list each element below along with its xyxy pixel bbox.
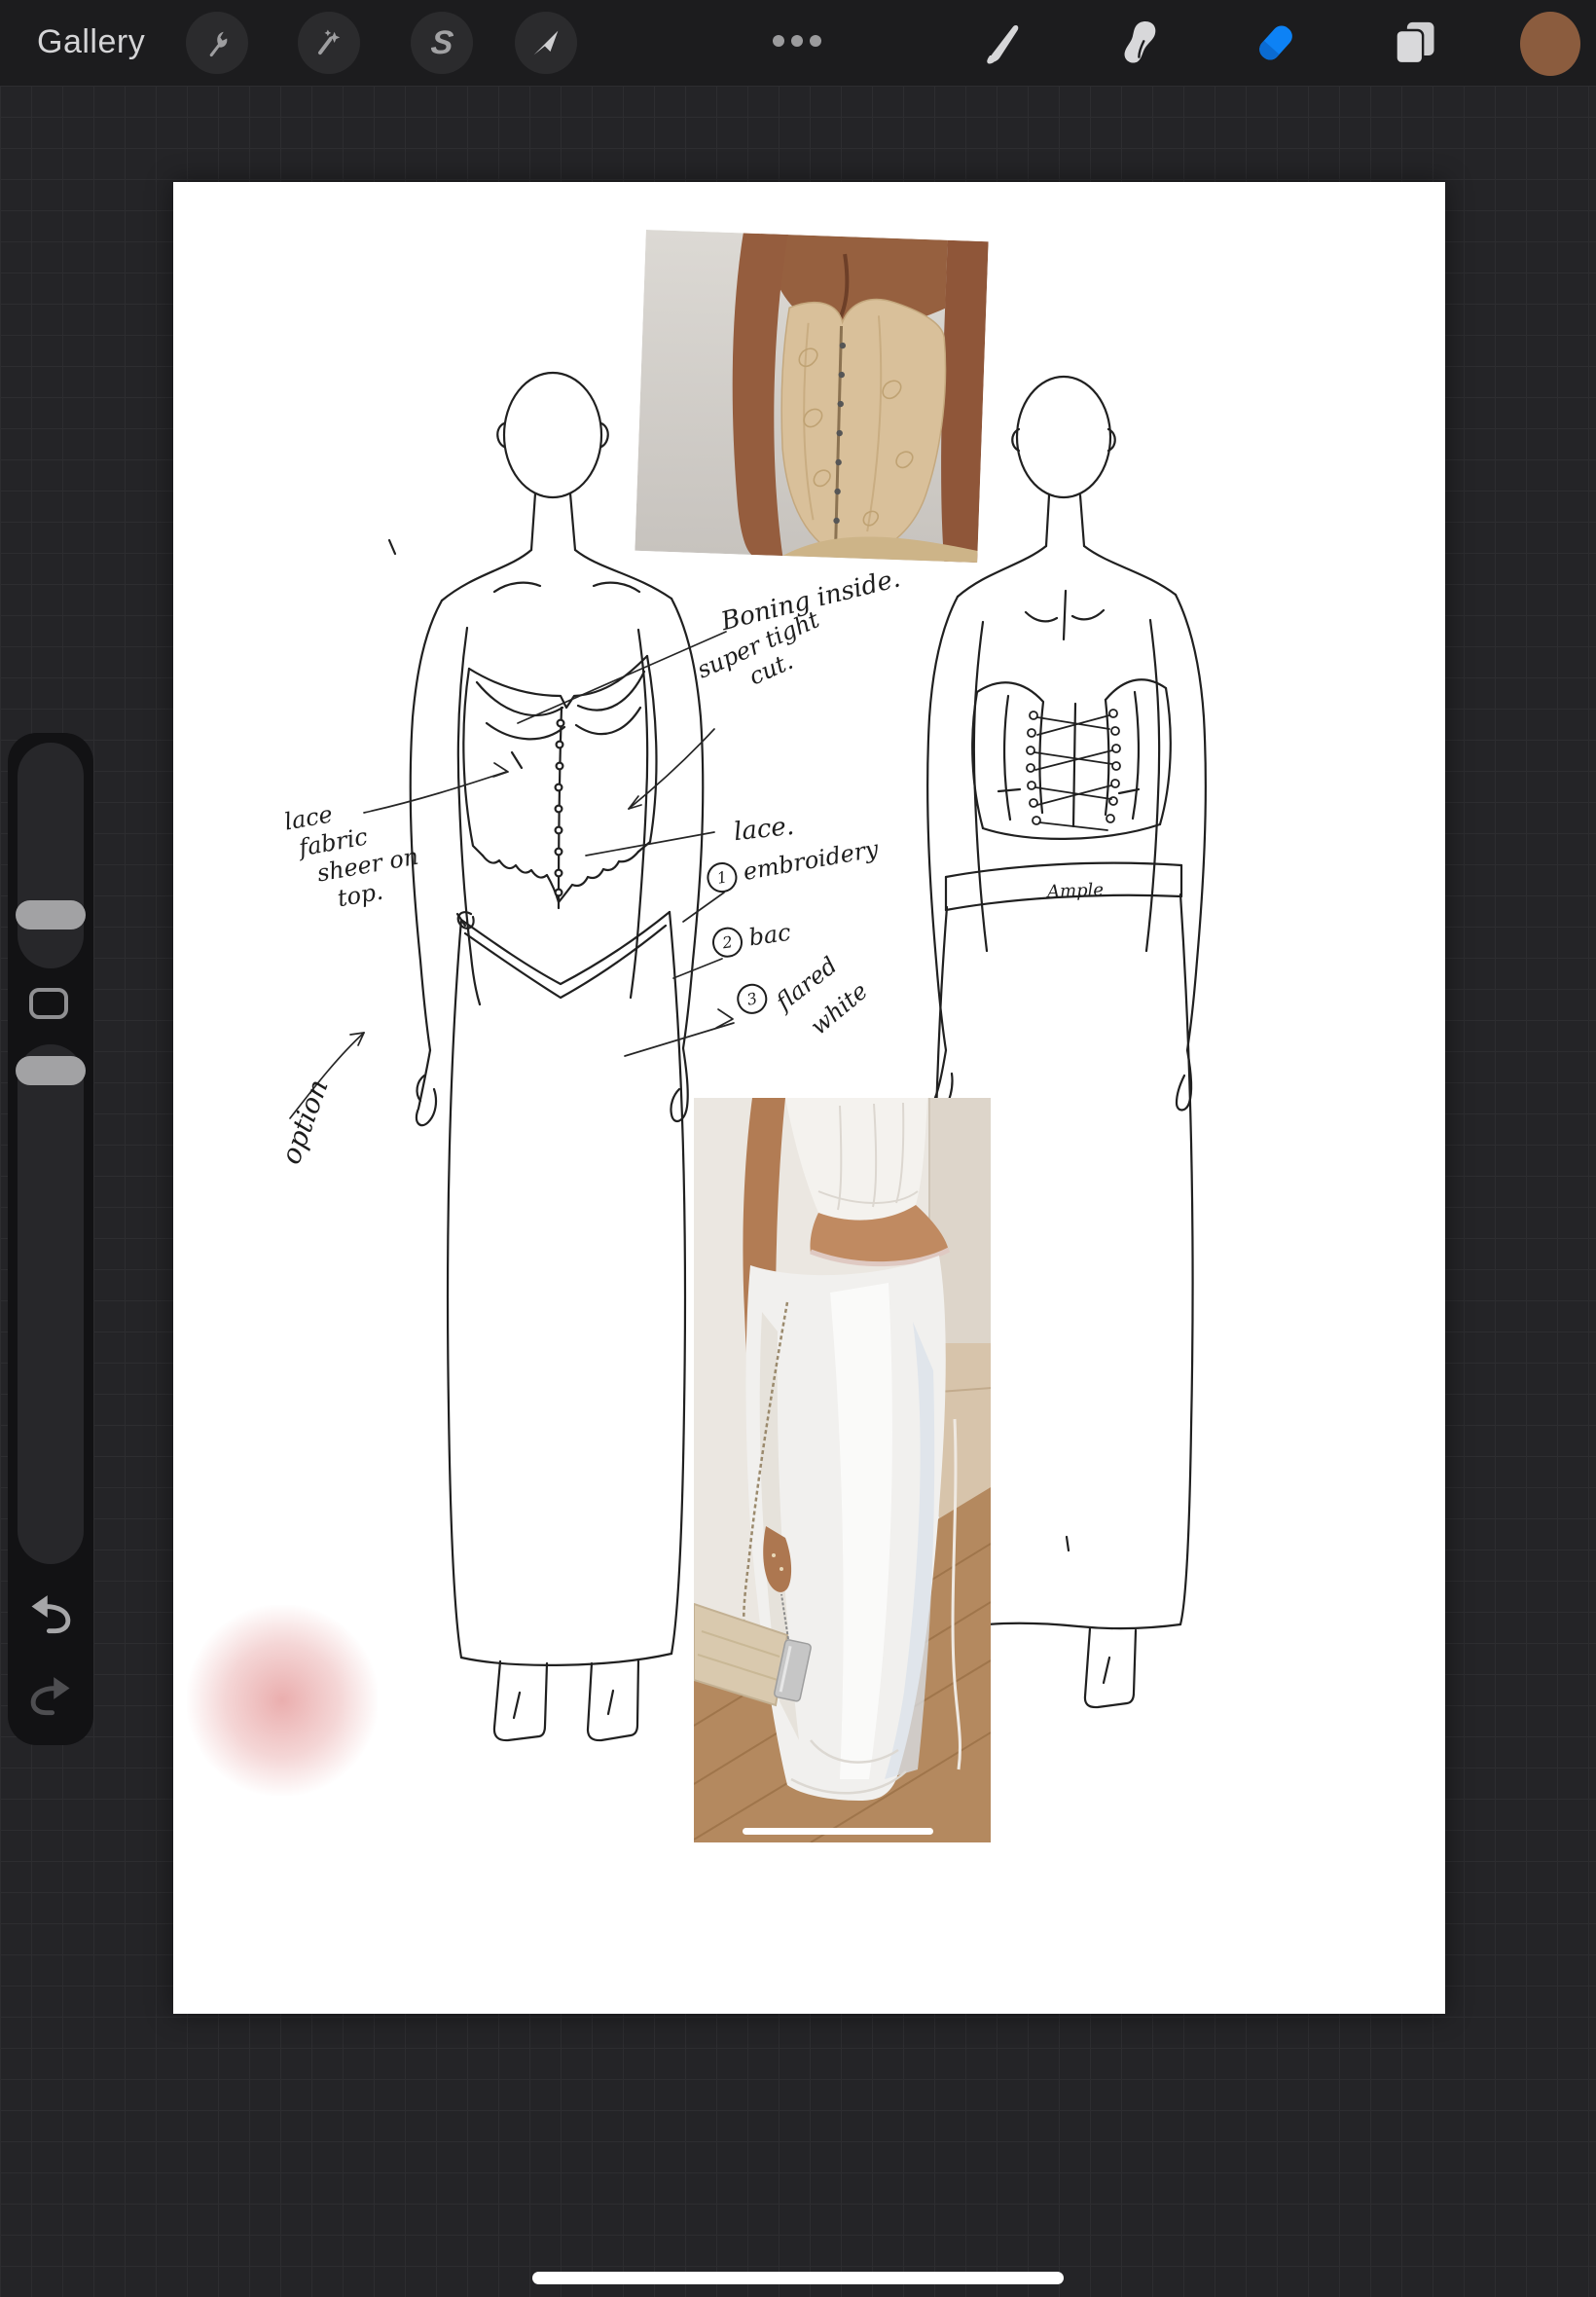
brush-sidebar [8,733,93,1745]
transform-button[interactable] [515,12,577,74]
wrench-icon [200,25,235,60]
paint-tool-button[interactable] [974,14,1033,72]
selection-s-icon: S [429,26,454,59]
redo-button[interactable] [25,1669,76,1720]
layers-icon [1390,18,1440,68]
adjustments-button[interactable] [298,12,360,74]
eraser-icon [1251,18,1301,68]
selection-button[interactable]: S [411,12,473,74]
annotation-ample-waistband: Ample [1047,880,1105,902]
red-paint-smudge [187,1605,378,1796]
front-figure-sketch [389,373,703,1740]
modify-button[interactable] [29,988,68,1019]
gallery-button[interactable]: Gallery [37,23,145,61]
smudge-finger-icon [1115,18,1166,68]
skirt-reference-photo [694,1098,991,1842]
paint-brush-icon [978,18,1029,68]
circled-number-2: 2 [710,926,744,960]
more-options-icon[interactable] [773,35,821,47]
eraser-tool-button[interactable] [1247,14,1305,72]
corset-reference-photo [635,230,988,563]
brush-size-handle[interactable] [16,900,86,930]
brush-size-slider[interactable] [18,743,84,968]
opacity-handle[interactable] [16,1056,86,1085]
undo-button[interactable] [25,1587,76,1638]
drawing-canvas[interactable]: Boning inside. super tight cut. lace. 1e… [173,182,1445,2014]
busk-hooks [556,720,564,896]
home-indicator[interactable] [532,2272,1064,2284]
magic-wand-icon [311,25,346,60]
color-swatch-button[interactable] [1520,12,1580,76]
transform-arrow-icon [528,25,563,60]
layers-button[interactable] [1386,14,1444,72]
circled-number-3: 3 [734,981,771,1018]
annotation-bac: bac [747,919,793,952]
smudge-tool-button[interactable] [1111,14,1170,72]
top-toolbar: Gallery S [0,0,1596,86]
opacity-slider[interactable] [18,1044,84,1564]
actions-button[interactable] [186,12,248,74]
annotation-lace-fabric-note: lace fabric sheer on top. [282,787,425,921]
circled-number-1: 1 [705,860,740,895]
